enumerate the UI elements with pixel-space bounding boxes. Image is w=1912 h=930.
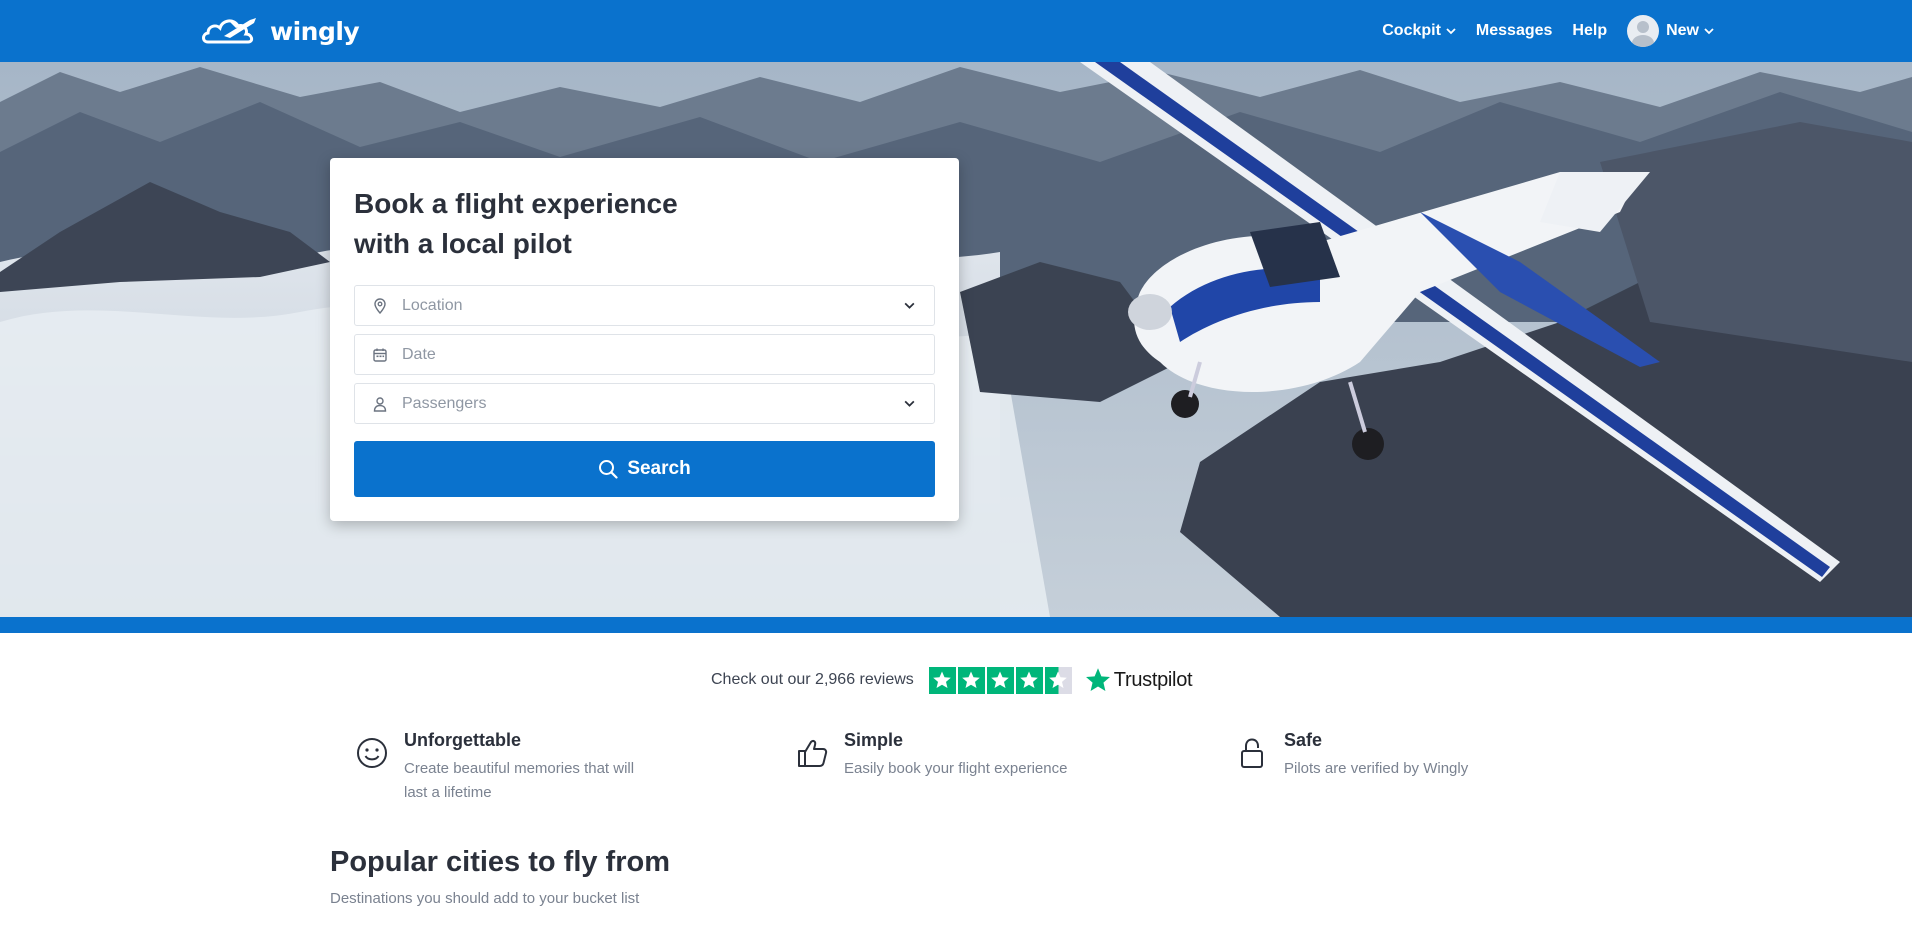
nav-cockpit[interactable]: Cockpit bbox=[1382, 22, 1456, 40]
avatar bbox=[1627, 15, 1660, 47]
title-line-1: Book a flight experience bbox=[354, 188, 678, 219]
location-select[interactable]: Location bbox=[354, 285, 935, 326]
popular-cities-subtitle: Destinations you should add to your buck… bbox=[330, 890, 640, 907]
wingly-logo[interactable]: wingly bbox=[200, 10, 360, 52]
nav-menu: Cockpit Messages Help New bbox=[1382, 0, 1714, 62]
location-pin-icon bbox=[374, 297, 386, 314]
location-placeholder: Location bbox=[402, 296, 463, 314]
feature-title: Safe bbox=[1284, 730, 1323, 750]
feature-unforgettable: Unforgettable Create beautiful memories … bbox=[355, 730, 634, 805]
user-menu-label: New bbox=[1666, 22, 1699, 39]
nav-cockpit-label: Cockpit bbox=[1382, 22, 1441, 39]
star-icon bbox=[957, 666, 985, 694]
trustpilot-reviews[interactable]: Check out our 2,966 reviews Trustpilot bbox=[711, 665, 1193, 695]
feature-simple: Simple Easily book your flight experienc… bbox=[795, 730, 1067, 781]
reviews-text: Check out our 2,966 reviews bbox=[711, 671, 914, 688]
star-icon bbox=[1015, 666, 1043, 694]
star-icon bbox=[986, 666, 1014, 694]
search-card: Book a flight experience with a local pi… bbox=[330, 158, 959, 521]
nav-messages-label: Messages bbox=[1475, 22, 1553, 39]
popular-cities-title: Popular cities to fly from bbox=[330, 846, 670, 878]
half-star-icon bbox=[1044, 666, 1072, 694]
date-field[interactable]: Date bbox=[354, 334, 935, 375]
smile-icon bbox=[357, 738, 387, 768]
nav-help[interactable]: Help bbox=[1572, 22, 1607, 40]
nav-help-label: Help bbox=[1572, 22, 1608, 39]
chevron-down-icon bbox=[904, 302, 915, 309]
calendar-icon bbox=[373, 348, 387, 362]
feature-desc-line1: Pilots are verified by Wingly bbox=[1284, 760, 1469, 777]
rating-stars bbox=[928, 666, 1072, 694]
thumbs-up-icon bbox=[798, 740, 828, 767]
person-icon bbox=[373, 396, 387, 412]
trustpilot-brand: Trustpilot bbox=[1113, 668, 1193, 691]
search-icon bbox=[599, 460, 618, 479]
passengers-placeholder: Passengers bbox=[402, 394, 487, 412]
chevron-down-icon bbox=[1446, 28, 1456, 35]
hero-bottom-bar bbox=[0, 617, 1912, 633]
feature-safe: Safe Pilots are verified by Wingly bbox=[1235, 730, 1468, 781]
cloud-plane-icon bbox=[202, 18, 256, 44]
brand-name: wingly bbox=[270, 16, 360, 46]
date-placeholder: Date bbox=[402, 345, 436, 363]
feature-title: Simple bbox=[844, 730, 904, 750]
feature-desc-line1: Easily book your flight experience bbox=[844, 760, 1068, 777]
title-line-2: with a local pilot bbox=[354, 228, 572, 259]
search-card-title: Book a flight experience with a local pi… bbox=[354, 184, 754, 264]
search-button[interactable]: Search bbox=[354, 441, 935, 497]
chevron-down-icon bbox=[904, 400, 915, 407]
feature-desc-line2: last a lifetime bbox=[404, 784, 492, 801]
feature-title: Unforgettable bbox=[404, 730, 521, 750]
lock-icon bbox=[1241, 738, 1263, 768]
trustpilot-star-icon bbox=[1085, 668, 1110, 692]
chevron-down-icon bbox=[1704, 28, 1714, 35]
passengers-select[interactable]: Passengers bbox=[354, 383, 935, 424]
user-menu[interactable]: New bbox=[1627, 15, 1714, 47]
feature-desc-line1: Create beautiful memories that will bbox=[404, 760, 635, 777]
trustpilot-logo[interactable]: Trustpilot bbox=[1085, 667, 1193, 693]
nav-messages[interactable]: Messages bbox=[1476, 22, 1553, 40]
search-button-label: Search bbox=[627, 458, 691, 479]
top-nav: wingly Cockpit Messages Help New bbox=[0, 0, 1912, 62]
star-icon bbox=[928, 666, 956, 694]
